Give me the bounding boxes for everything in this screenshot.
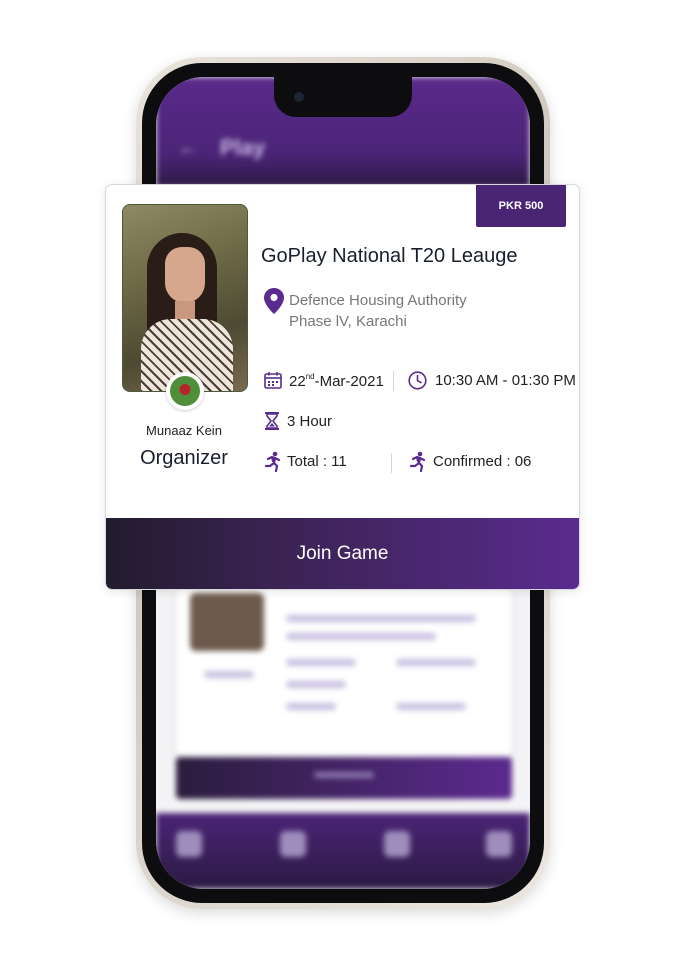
event-location: Defence Housing Authority Phase lV, Kara… (289, 290, 467, 332)
event-duration: 3 Hour (287, 413, 333, 430)
nav-more-icon[interactable] (486, 831, 512, 857)
background-card-line (286, 681, 346, 688)
camera (294, 92, 304, 102)
players-confirmed: Confirmed : 06 (433, 453, 532, 470)
notch (274, 77, 412, 117)
event-date: 22nd-Mar-2021 (289, 372, 384, 390)
divider (393, 371, 394, 391)
background-card-line (286, 615, 476, 622)
date-day: 22 (289, 373, 306, 390)
organizer-role: Organizer (140, 447, 228, 469)
event-time: 10:30 AM - 01:30 PM (435, 372, 576, 389)
location-pin-icon (264, 288, 284, 314)
background-card-line (396, 703, 466, 710)
background-card-line (204, 671, 254, 678)
divider (391, 453, 392, 473)
clock-icon (408, 371, 427, 390)
app-header-title: Play (220, 135, 266, 160)
location-line1: Defence Housing Authority (289, 292, 467, 309)
date-rest: -Mar-2021 (314, 373, 384, 390)
photo-face (165, 247, 205, 303)
background-join-button (176, 757, 512, 799)
calendar-icon (264, 372, 282, 389)
back-arrow-icon[interactable]: ← (178, 137, 198, 160)
organizer-photo (122, 204, 248, 392)
event-title: GoPlay National T20 Leauge (261, 245, 518, 267)
hourglass-icon (265, 412, 279, 430)
organizer-name: Munaaz Kein (146, 423, 222, 438)
cricket-ball-icon (166, 372, 204, 410)
players-total: Total : 11 (287, 453, 347, 470)
background-card-line (286, 703, 336, 710)
price-badge: PKR 500 (476, 185, 566, 227)
background-card-photo (190, 593, 264, 651)
nav-bookings-icon[interactable] (384, 831, 410, 857)
nav-play-icon[interactable] (280, 831, 306, 857)
event-card[interactable]: PKR 500 Munaaz Kein Organizer GoPlay Nat… (105, 184, 580, 590)
bottom-navigation (156, 813, 530, 889)
join-game-button[interactable]: Join Game (106, 518, 579, 589)
background-event-card (176, 587, 512, 757)
background-card-line (286, 659, 356, 666)
date-suffix: nd (305, 372, 315, 381)
nav-home-icon[interactable] (176, 831, 202, 857)
running-person-icon (264, 451, 281, 472)
location-line2: Phase lV, Karachi (289, 313, 407, 330)
running-person-icon (409, 451, 426, 472)
background-card-line (286, 633, 436, 640)
background-card-line (396, 659, 476, 666)
